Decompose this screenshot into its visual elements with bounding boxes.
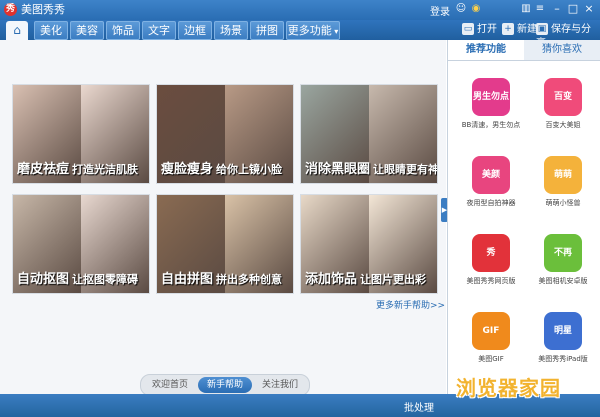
plus-icon: +	[502, 23, 514, 35]
feature-label: 消除黑眼圈 让眼睛更有神	[301, 161, 437, 179]
tab-recommended[interactable]: 推荐功能	[448, 40, 524, 60]
feature-card[interactable]: 瘦脸瘦身 给你上镜小脸	[156, 84, 294, 184]
save-icon: ▣	[536, 23, 548, 35]
feature-title: 消除黑眼圈	[305, 162, 371, 177]
folder-icon: ▭	[462, 23, 474, 35]
feature-title: 自动抠图	[17, 272, 70, 287]
app-icon: 秀	[472, 234, 510, 272]
feature-card[interactable]: 磨皮祛痘 打造光洁肌肤	[12, 84, 150, 184]
feature-subtitle: 拼出多种创意	[216, 273, 283, 286]
tab-beautify[interactable]: 美化	[34, 21, 68, 40]
app-item[interactable]: 美颜 夜用型自拍神器	[450, 156, 522, 228]
tab-more-label: 更多功能	[287, 24, 332, 37]
app-name: 美图相机安卓版	[538, 277, 588, 285]
feature-subtitle: 给你上镜小脸	[216, 163, 283, 176]
home-icon: ⌂	[13, 23, 21, 37]
new-label: 新建	[517, 24, 537, 35]
feature-label: 磨皮祛痘 打造光洁肌肤	[13, 161, 149, 179]
feature-title: 磨皮祛痘	[17, 162, 70, 177]
tab-more[interactable]: 更多功能 ▾	[286, 21, 340, 40]
feature-label: 添加饰品 让图片更出彩	[301, 271, 437, 289]
feature-card[interactable]: 自由拼图 拼出多种创意	[156, 194, 294, 294]
app-icon: 萌萌	[544, 156, 582, 194]
menu-icon[interactable]: ≡	[534, 3, 546, 15]
feature-title: 瘦脸瘦身	[161, 162, 214, 177]
app-name: 萌萌小怪兽	[545, 199, 581, 207]
feature-title: 自由拼图	[161, 272, 214, 287]
feature-label: 瘦脸瘦身 给你上镜小脸	[157, 161, 293, 179]
app-item[interactable]: 百变 百变大美姐	[522, 78, 594, 150]
tab-collage[interactable]: 拼图	[250, 21, 284, 40]
app-item[interactable]: 秀美图秀秀网页版	[450, 234, 522, 306]
app-icon: 不再	[544, 234, 582, 272]
tab-follow[interactable]: 关注我们	[253, 377, 307, 393]
sidebar-tabs: 推荐功能 猜你喜欢	[448, 40, 600, 61]
app-name: 百变大美姐	[545, 121, 581, 129]
app-icon: 百变	[544, 78, 582, 116]
feature-card[interactable]: 消除黑眼圈 让眼睛更有神	[300, 84, 438, 184]
app-name: 夜用型自拍神器	[466, 199, 516, 207]
tab-scene[interactable]: 场景	[214, 21, 248, 40]
app-item[interactable]: 萌萌 萌萌小怪兽	[522, 156, 594, 228]
feature-subtitle: 打造光洁肌肤	[72, 163, 139, 176]
app-icon: GIF	[472, 312, 510, 350]
welcome-panel: 磨皮祛痘 打造光洁肌肤 瘦脸瘦身 给你上镜小脸 消除黑眼圈 让眼睛更有神 自动抠图 让抠图零障…	[0, 40, 446, 417]
home-tab[interactable]: ⌂	[6, 21, 28, 40]
open-label: 打开	[477, 24, 497, 35]
weibo-icon[interactable]: ◉	[470, 3, 482, 15]
feature-label: 自由拼图 拼出多种创意	[157, 271, 293, 289]
open-button[interactable]: ▭ 打开	[462, 23, 497, 37]
app-title: 美图秀秀	[21, 3, 65, 16]
tab-guess-you-like[interactable]: 猜你喜欢	[524, 40, 600, 60]
login-link[interactable]: 登录	[430, 3, 450, 18]
tab-help[interactable]: 新手帮助	[198, 377, 252, 393]
skin-icon[interactable]: ▥	[520, 3, 532, 15]
sidebar: 推荐功能 猜你喜欢 男生勿点 BB清速，男生勿点 百变 百变大美姐 美颜 夜用型自拍神器萌…	[447, 40, 600, 394]
feature-subtitle: 让眼睛更有神	[373, 163, 438, 176]
tab-accessories[interactable]: 饰品	[106, 21, 140, 40]
tab-face[interactable]: 美容	[70, 21, 104, 40]
watermark: 浏览器家园	[456, 376, 561, 400]
feature-subtitle: 让抠图零障碍	[72, 273, 139, 286]
close-button[interactable]: ×	[582, 2, 596, 16]
feature-label: 自动抠图 让抠图零障碍	[13, 271, 149, 289]
tab-bar: ⌂ 美化 美容 饰品 文字 边框 场景 拼图 更多功能 ▾ ▭ 打开 + 新建 ▣ 保…	[0, 20, 600, 49]
app-item[interactable]: 不再 美图相机安卓版	[522, 234, 594, 306]
feature-subtitle: 让图片更出彩	[360, 273, 427, 286]
bottom-tab-group: 欢迎首页 新手帮助 关注我们	[140, 374, 310, 396]
tab-welcome[interactable]: 欢迎首页	[143, 377, 197, 393]
title-bar: 秀 美图秀秀 登录 ☺ ◉ ▥ ≡ – □ ×	[0, 0, 600, 20]
feature-card[interactable]: 添加饰品 让图片更出彩	[300, 194, 438, 294]
tab-text[interactable]: 文字	[142, 21, 176, 40]
app-icon: 明星	[544, 312, 582, 350]
chevron-down-icon: ▾	[331, 27, 339, 36]
app-icon: 美颜	[472, 156, 510, 194]
feature-title: 添加饰品	[305, 272, 358, 287]
app-name: 美图GIF	[478, 355, 504, 363]
more-help-link[interactable]: 更多新手帮助>>	[376, 298, 445, 311]
app-name: 美图秀秀iPad版	[538, 355, 588, 363]
user-icon[interactable]: ☺	[455, 3, 467, 15]
feature-card[interactable]: 自动抠图 让抠图零障碍	[12, 194, 150, 294]
app-name: BB清速，男生勿点	[461, 121, 521, 129]
app-icon: 男生勿点	[472, 78, 510, 116]
minimize-button[interactable]: –	[550, 2, 564, 16]
tab-frame[interactable]: 边框	[178, 21, 212, 40]
new-button[interactable]: + 新建	[502, 23, 537, 37]
batch-button[interactable]: 批处理	[404, 399, 434, 414]
app-item[interactable]: 男生勿点 BB清速，男生勿点	[450, 78, 522, 150]
app-name: 美图秀秀网页版	[466, 277, 516, 285]
app-logo-icon: 秀	[4, 3, 17, 16]
maximize-button[interactable]: □	[566, 2, 580, 16]
